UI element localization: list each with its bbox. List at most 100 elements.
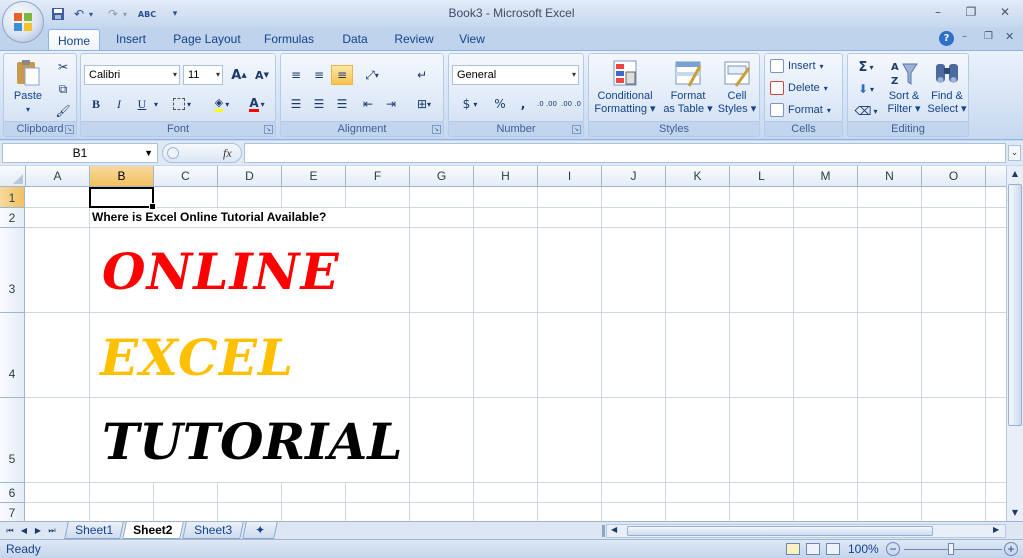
column-header[interactable]: E (282, 166, 346, 187)
cell-styles-button[interactable]: Cell Styles ▾ (715, 58, 759, 116)
spelling-icon[interactable]: ABC (136, 5, 158, 23)
tab-formulas[interactable]: Formulas (257, 28, 321, 50)
font-size-select[interactable]: 11 ▾ (183, 65, 223, 85)
number-format-select[interactable]: General ▾ (452, 65, 579, 85)
horizontal-scroll-thumb[interactable] (627, 526, 933, 536)
scroll-down-icon[interactable]: ▼ (1008, 506, 1022, 520)
undo-dropdown-icon[interactable]: ▾ (86, 5, 96, 23)
first-sheet-icon[interactable]: ⏮ (4, 524, 16, 537)
align-left-icon[interactable]: ☰ (285, 94, 307, 114)
column-header[interactable]: A (26, 166, 90, 187)
paste-button[interactable]: Paste ▾ (8, 58, 48, 116)
vertical-scroll-thumb[interactable] (1008, 184, 1022, 426)
grow-font-button[interactable]: A ▲ (228, 65, 250, 85)
row-header[interactable]: 5 (0, 398, 25, 483)
worksheet-grid[interactable]: A B C D E F G H I J K L M N O 1 2 3 4 5 … (0, 166, 1006, 521)
tab-page-layout[interactable]: Page Layout (166, 28, 248, 50)
align-center-icon[interactable]: ☰ (308, 94, 330, 114)
column-header-partial[interactable] (986, 166, 1006, 187)
cell-b5-tutorial[interactable]: TUTORIAL (102, 412, 402, 472)
copy-icon[interactable]: ⧉ (52, 79, 74, 99)
select-all-corner[interactable] (0, 166, 26, 187)
help-icon[interactable]: ? (939, 31, 954, 46)
normal-view-icon[interactable] (786, 543, 800, 555)
scroll-up-icon[interactable]: ▲ (1008, 167, 1022, 181)
tab-review[interactable]: Review (386, 28, 442, 50)
number-launcher-icon[interactable]: ↘ (572, 125, 581, 134)
column-header[interactable]: F (346, 166, 410, 187)
page-layout-view-icon[interactable] (806, 543, 820, 555)
column-header[interactable]: I (538, 166, 602, 187)
column-header[interactable]: L (730, 166, 794, 187)
currency-button[interactable]: $ ▾ (453, 94, 487, 114)
font-launcher-icon[interactable]: ↘ (264, 125, 273, 134)
active-cell-b1[interactable] (89, 187, 156, 210)
tab-split-handle[interactable] (602, 525, 605, 537)
zoom-in-icon[interactable]: + (1004, 542, 1018, 556)
underline-button[interactable]: U (131, 94, 153, 114)
italic-button[interactable]: I (108, 94, 130, 114)
increase-indent-icon[interactable]: ⇥ (380, 94, 402, 114)
restore-button[interactable]: ❐ (958, 3, 984, 21)
comma-button[interactable]: , (512, 94, 534, 114)
cut-icon[interactable]: ✂ (52, 57, 74, 77)
bold-button[interactable]: B (85, 94, 107, 114)
tab-insert[interactable]: Insert (106, 28, 156, 50)
minimize-button[interactable]: – (925, 3, 951, 21)
column-header[interactable]: O (922, 166, 986, 187)
column-header[interactable]: D (218, 166, 282, 187)
last-sheet-icon[interactable]: ⏭ (46, 524, 58, 537)
customize-qat-icon[interactable]: ▾ (166, 5, 184, 23)
office-button[interactable] (2, 1, 44, 43)
row-header[interactable]: 6 (0, 483, 25, 503)
horizontal-scrollbar[interactable]: ◀ ▶ (606, 524, 1006, 538)
increase-decimal-button[interactable]: .0 .00 (535, 94, 559, 114)
bottom-align-icon[interactable]: ≡ (331, 65, 353, 85)
top-align-icon[interactable]: ≡ (285, 65, 307, 85)
zoom-out-icon[interactable]: − (886, 542, 900, 556)
close-button[interactable]: ✕ (992, 3, 1018, 21)
redo-dropdown-icon[interactable]: ▾ (120, 5, 130, 23)
middle-align-icon[interactable]: ≡ (308, 65, 330, 85)
percent-button[interactable]: % (489, 94, 511, 114)
scroll-right-icon[interactable]: ▶ (993, 525, 999, 534)
format-painter-icon[interactable]: 🖌 (52, 101, 74, 121)
decrease-decimal-button[interactable]: .00 .0 (559, 94, 583, 114)
insert-sheet-button[interactable]: ✦ (242, 522, 278, 539)
column-header[interactable]: G (410, 166, 474, 187)
ribbon-restore-icon[interactable]: ❐ (984, 31, 993, 42)
insert-function-button[interactable]: fx (223, 146, 232, 161)
tab-view[interactable]: View (450, 28, 494, 50)
column-header[interactable]: J (602, 166, 666, 187)
workbook-close-icon[interactable]: ✕ (1005, 30, 1014, 43)
row-header[interactable]: 3 (0, 228, 25, 313)
cell-b3-online[interactable]: ONLINE (102, 242, 340, 302)
format-as-table-button[interactable]: Format as Table ▾ (661, 58, 715, 116)
row-header[interactable]: 2 (0, 208, 25, 228)
column-header[interactable]: B (90, 166, 154, 187)
zoom-slider-thumb[interactable] (948, 543, 954, 555)
clear-button[interactable]: ⌫ ▾ (851, 101, 881, 121)
alignment-launcher-icon[interactable]: ↘ (432, 125, 441, 134)
page-break-view-icon[interactable] (826, 543, 840, 555)
underline-dropdown-icon[interactable]: ▾ (151, 94, 161, 114)
delete-cells-button[interactable]: Delete ▾ (770, 81, 828, 95)
decrease-indent-icon[interactable]: ⇤ (357, 94, 379, 114)
cell-b4-excel[interactable]: EXCEL (100, 328, 294, 388)
column-header[interactable]: C (154, 166, 218, 187)
align-right-icon[interactable]: ☰ (331, 94, 353, 114)
format-cells-button[interactable]: Format ▾ (770, 103, 831, 117)
fill-color-button[interactable]: ◈ ▾ (205, 94, 239, 114)
zoom-level[interactable]: 100% (848, 542, 879, 556)
shrink-font-button[interactable]: A ▼ (251, 65, 273, 85)
sheet-tab-sheet1[interactable]: Sheet1 (64, 522, 124, 539)
name-box[interactable]: B1 ▼ (2, 143, 158, 163)
sort-filter-button[interactable]: AZ Sort & Filter ▾ (884, 58, 924, 116)
column-header[interactable]: M (794, 166, 858, 187)
conditional-formatting-button[interactable]: Conditional Formatting ▾ (591, 58, 659, 116)
cell-b2-question[interactable]: Where is Excel Online Tutorial Available… (92, 210, 326, 224)
scroll-left-icon[interactable]: ◀ (611, 525, 617, 534)
merge-center-button[interactable]: ⊞ ▾ (409, 94, 439, 114)
find-select-button[interactable]: Find & Select ▾ (926, 58, 968, 116)
insert-cells-button[interactable]: Insert ▾ (770, 59, 824, 73)
